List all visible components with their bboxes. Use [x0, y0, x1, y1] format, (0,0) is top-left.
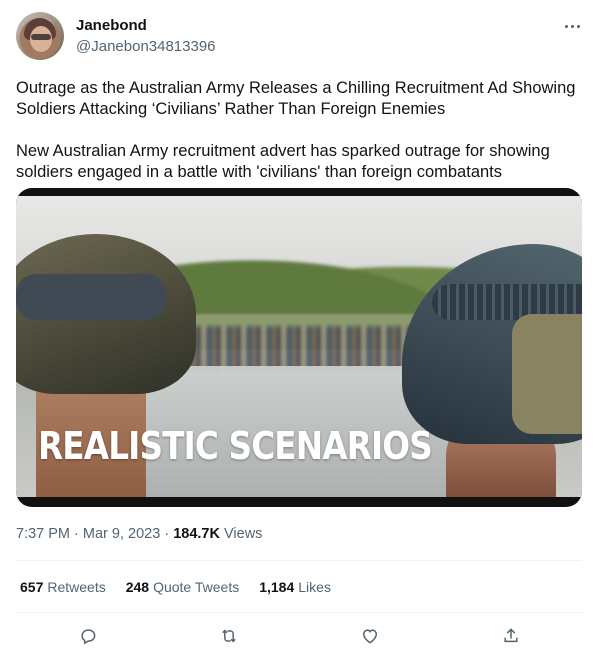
meta-separator: · [74, 526, 79, 542]
more-options-icon[interactable] [560, 14, 584, 38]
divider [16, 560, 582, 561]
tweet-stats: 657 Retweets 248 Quote Tweets 1,184 Likes [20, 579, 331, 595]
views-label: Views [224, 526, 263, 542]
meta-separator-2: · [164, 526, 170, 542]
tweet-date[interactable]: Mar 9, 2023 [83, 526, 160, 542]
retweets-stat[interactable]: 657 Retweets [20, 579, 106, 595]
media-caption: REALISTIC SCENARIOS [38, 424, 433, 468]
tweet-time[interactable]: 7:37 PM [16, 526, 70, 542]
divider [16, 612, 582, 613]
avatar-glasses [31, 34, 51, 40]
media-crowd [166, 326, 416, 371]
author-handle[interactable]: @Janebon34813396 [76, 38, 216, 55]
quote-tweets-stat[interactable]: 248 Quote Tweets [126, 579, 240, 595]
retweets-count: 657 [20, 579, 44, 595]
retweet-icon[interactable] [215, 622, 243, 650]
retweets-label: Retweets [47, 579, 106, 595]
avatar[interactable] [16, 12, 64, 60]
views-count: 184.7K [173, 526, 220, 542]
media-frame: REALISTIC SCENARIOS [16, 196, 582, 497]
tweet-paragraph-1: Outrage as the Australian Army Releases … [16, 79, 576, 118]
tweet-paragraph-2: New Australian Army recruitment advert h… [16, 142, 550, 181]
tweet-text: Outrage as the Australian Army Releases … [16, 78, 582, 204]
action-bar [0, 622, 598, 650]
reply-icon[interactable] [74, 622, 102, 650]
likes-stat[interactable]: 1,184 Likes [259, 579, 331, 595]
likes-label: Likes [298, 579, 331, 595]
tweet-meta: 7:37 PM · Mar 9, 2023 · 184.7K Views [16, 526, 262, 542]
likes-count: 1,184 [259, 579, 295, 595]
quote-tweets-count: 248 [125, 579, 150, 595]
author-name[interactable]: Janebond [76, 17, 147, 34]
like-icon[interactable] [356, 622, 384, 650]
tweet-media[interactable]: REALISTIC SCENARIOS [16, 188, 582, 507]
quote-tweets-label: Quote Tweets [153, 579, 240, 595]
share-icon[interactable] [497, 622, 525, 650]
